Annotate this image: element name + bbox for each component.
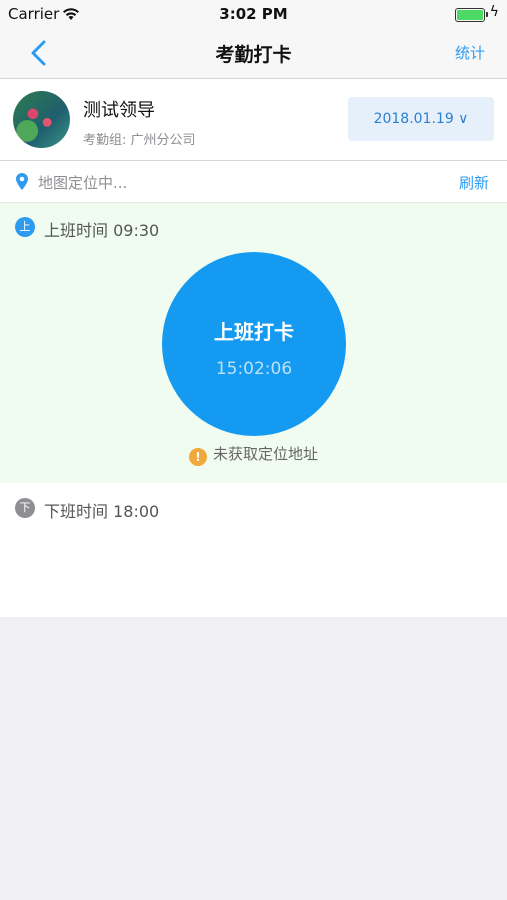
page-title: 考勤打卡 xyxy=(215,44,292,66)
refresh-button[interactable]: 刷新 xyxy=(459,172,489,193)
location-bar: 地图定位中... 刷新 xyxy=(0,161,507,203)
charging-icon: ϟ xyxy=(489,4,499,20)
battery-icon xyxy=(455,8,488,22)
date-picker-button[interactable]: 2018.01.19 ∨ xyxy=(348,97,494,141)
user-name: 测试领导 xyxy=(83,100,155,121)
checkin-button[interactable]: 上班打卡 15:02:06 xyxy=(162,252,346,436)
status-bar: Carrier 3:02 PM ϟ xyxy=(0,0,507,28)
checkin-section: 上 上班时间 09:30 上班打卡 15:02:06 ! 未获取定位地址 xyxy=(0,203,507,483)
checkin-time-label: 上班时间 09:30 xyxy=(44,221,160,240)
checkin-button-title: 上班打卡 xyxy=(214,320,294,344)
checkout-time-label: 下班时间 18:00 xyxy=(44,502,160,521)
location-warning: ! 未获取定位地址 xyxy=(0,443,507,466)
warning-text: 未获取定位地址 xyxy=(212,445,318,463)
navigation-bar: 考勤打卡 统计 xyxy=(0,28,507,79)
location-status: 地图定位中... xyxy=(38,174,128,192)
warning-icon: ! xyxy=(188,448,207,466)
checkin-current-time: 15:02:06 xyxy=(215,359,293,379)
clock: 3:02 PM xyxy=(219,5,288,23)
checkin-badge: 上 xyxy=(15,217,35,237)
statistics-button[interactable]: 统计 xyxy=(455,42,485,63)
profile-header: 测试领导 考勤组: 广州分公司 2018.01.19 ∨ xyxy=(0,79,507,161)
checkout-badge: 下 xyxy=(15,498,35,518)
attendance-group: 考勤组: 广州分公司 xyxy=(83,133,196,148)
avatar xyxy=(13,91,70,148)
location-pin-icon xyxy=(16,173,28,194)
checkout-section: 下 下班时间 18:00 xyxy=(0,483,507,617)
